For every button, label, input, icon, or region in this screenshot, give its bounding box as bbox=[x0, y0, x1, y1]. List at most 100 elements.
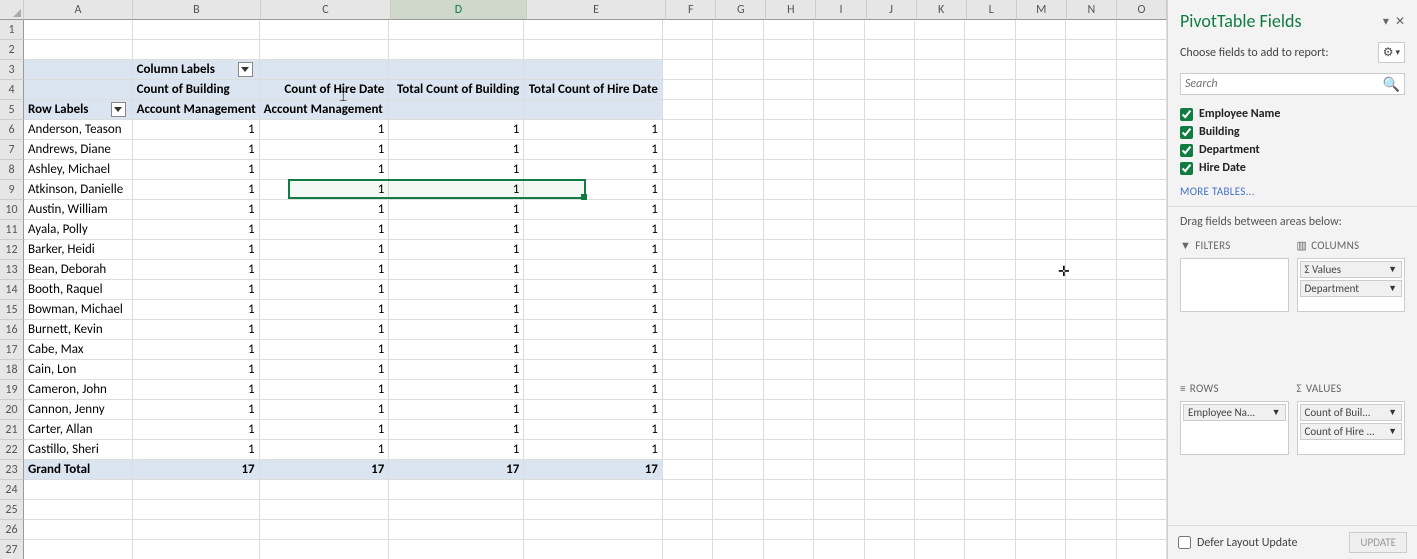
row-header-7[interactable]: 7 bbox=[0, 140, 24, 160]
cell[interactable] bbox=[713, 80, 763, 100]
cell[interactable] bbox=[965, 100, 1015, 120]
cell[interactable]: 1 bbox=[389, 380, 524, 400]
cell[interactable] bbox=[1066, 240, 1116, 260]
cell[interactable] bbox=[524, 520, 663, 540]
cell[interactable]: 1 bbox=[389, 420, 524, 440]
cell[interactable] bbox=[663, 120, 713, 140]
cell[interactable] bbox=[965, 180, 1015, 200]
cell[interactable]: 1 bbox=[133, 300, 260, 320]
cell[interactable] bbox=[1066, 320, 1116, 340]
col-header-I[interactable]: I bbox=[816, 0, 866, 20]
cell[interactable]: 1 bbox=[524, 140, 663, 160]
cell[interactable] bbox=[663, 80, 713, 100]
cell[interactable] bbox=[865, 120, 915, 140]
cell[interactable]: Account Management bbox=[260, 100, 390, 120]
cell[interactable] bbox=[915, 280, 965, 300]
col-header-F[interactable]: F bbox=[666, 0, 716, 20]
cell[interactable] bbox=[524, 100, 663, 120]
cell[interactable] bbox=[1016, 460, 1066, 480]
cell[interactable] bbox=[663, 380, 713, 400]
field-item[interactable]: Hire Date bbox=[1180, 159, 1405, 177]
cell[interactable] bbox=[865, 380, 915, 400]
cell[interactable] bbox=[713, 160, 763, 180]
cell[interactable] bbox=[713, 420, 763, 440]
cell[interactable] bbox=[1117, 520, 1167, 540]
cell[interactable] bbox=[260, 60, 390, 80]
cell[interactable] bbox=[133, 520, 260, 540]
cell[interactable] bbox=[865, 540, 915, 559]
row-header-11[interactable]: 11 bbox=[0, 220, 24, 240]
cell[interactable] bbox=[965, 200, 1015, 220]
cell[interactable] bbox=[713, 520, 763, 540]
cell[interactable] bbox=[915, 420, 965, 440]
cell[interactable] bbox=[814, 480, 864, 500]
cell[interactable]: 1 bbox=[524, 420, 663, 440]
cell[interactable] bbox=[24, 500, 133, 520]
cell[interactable] bbox=[1066, 400, 1116, 420]
cell[interactable]: 1 bbox=[260, 380, 390, 400]
chevron-down-icon[interactable]: ▼ bbox=[1388, 264, 1397, 275]
cell[interactable] bbox=[1016, 300, 1066, 320]
cell[interactable] bbox=[713, 40, 763, 60]
cell[interactable]: 1 bbox=[260, 160, 390, 180]
row-header-13[interactable]: 13 bbox=[0, 260, 24, 280]
cell[interactable]: 1 bbox=[524, 260, 663, 280]
cell[interactable]: 1 bbox=[389, 180, 524, 200]
cell[interactable] bbox=[865, 220, 915, 240]
cell[interactable] bbox=[1117, 100, 1167, 120]
cell[interactable] bbox=[1016, 60, 1066, 80]
cell[interactable]: Cain, Lon bbox=[24, 360, 133, 380]
cell[interactable] bbox=[764, 100, 814, 120]
cell[interactable] bbox=[764, 280, 814, 300]
cell[interactable]: 1 bbox=[524, 440, 663, 460]
cell[interactable]: 1 bbox=[524, 380, 663, 400]
cell[interactable] bbox=[865, 100, 915, 120]
cell[interactable]: 1 bbox=[524, 300, 663, 320]
cell[interactable] bbox=[663, 180, 713, 200]
cell[interactable] bbox=[713, 440, 763, 460]
gear-button[interactable]: ⚙ ▾ bbox=[1378, 42, 1405, 63]
cell[interactable] bbox=[663, 300, 713, 320]
cell[interactable]: 1 bbox=[133, 160, 260, 180]
cell[interactable] bbox=[260, 20, 390, 40]
cell[interactable] bbox=[814, 200, 864, 220]
chevron-down-icon[interactable]: ▼ bbox=[1388, 283, 1397, 294]
field-checkbox[interactable] bbox=[1180, 126, 1193, 139]
row-header-15[interactable]: 15 bbox=[0, 300, 24, 320]
cell[interactable] bbox=[1117, 60, 1167, 80]
cell[interactable] bbox=[814, 340, 864, 360]
cell[interactable] bbox=[965, 60, 1015, 80]
cell[interactable] bbox=[389, 520, 524, 540]
cell[interactable]: Carter, Allan bbox=[24, 420, 133, 440]
cell[interactable]: 1 bbox=[260, 260, 390, 280]
cell[interactable] bbox=[965, 440, 1015, 460]
cell[interactable]: Barker, Heidi bbox=[24, 240, 133, 260]
cell[interactable] bbox=[915, 520, 965, 540]
cell[interactable] bbox=[1117, 300, 1167, 320]
cell[interactable] bbox=[663, 260, 713, 280]
cell[interactable] bbox=[713, 120, 763, 140]
cell[interactable] bbox=[663, 240, 713, 260]
cell[interactable] bbox=[965, 240, 1015, 260]
cell[interactable]: 1 bbox=[133, 260, 260, 280]
rows-drop-area[interactable]: Employee Na...▼ bbox=[1180, 401, 1289, 455]
cell[interactable] bbox=[814, 440, 864, 460]
cell[interactable] bbox=[1066, 200, 1116, 220]
cell[interactable]: 1 bbox=[260, 280, 390, 300]
cell[interactable] bbox=[1016, 100, 1066, 120]
cell[interactable]: Total Count of Hire Date bbox=[524, 80, 663, 100]
pane-dropdown-icon[interactable]: ▾ bbox=[1383, 14, 1389, 29]
cell[interactable] bbox=[1117, 320, 1167, 340]
cell[interactable] bbox=[1066, 60, 1116, 80]
cell[interactable] bbox=[1016, 240, 1066, 260]
cell[interactable] bbox=[713, 480, 763, 500]
cell[interactable] bbox=[1016, 160, 1066, 180]
cell[interactable]: 1 bbox=[389, 160, 524, 180]
cell[interactable] bbox=[764, 440, 814, 460]
cell[interactable] bbox=[1016, 180, 1066, 200]
cell[interactable] bbox=[764, 240, 814, 260]
spreadsheet-grid[interactable]: ABCDEFGHIJKLMNO 123456789101112131415161… bbox=[0, 0, 1167, 559]
cell[interactable]: 1 bbox=[260, 120, 390, 140]
cell[interactable] bbox=[965, 20, 1015, 40]
cell[interactable] bbox=[915, 240, 965, 260]
